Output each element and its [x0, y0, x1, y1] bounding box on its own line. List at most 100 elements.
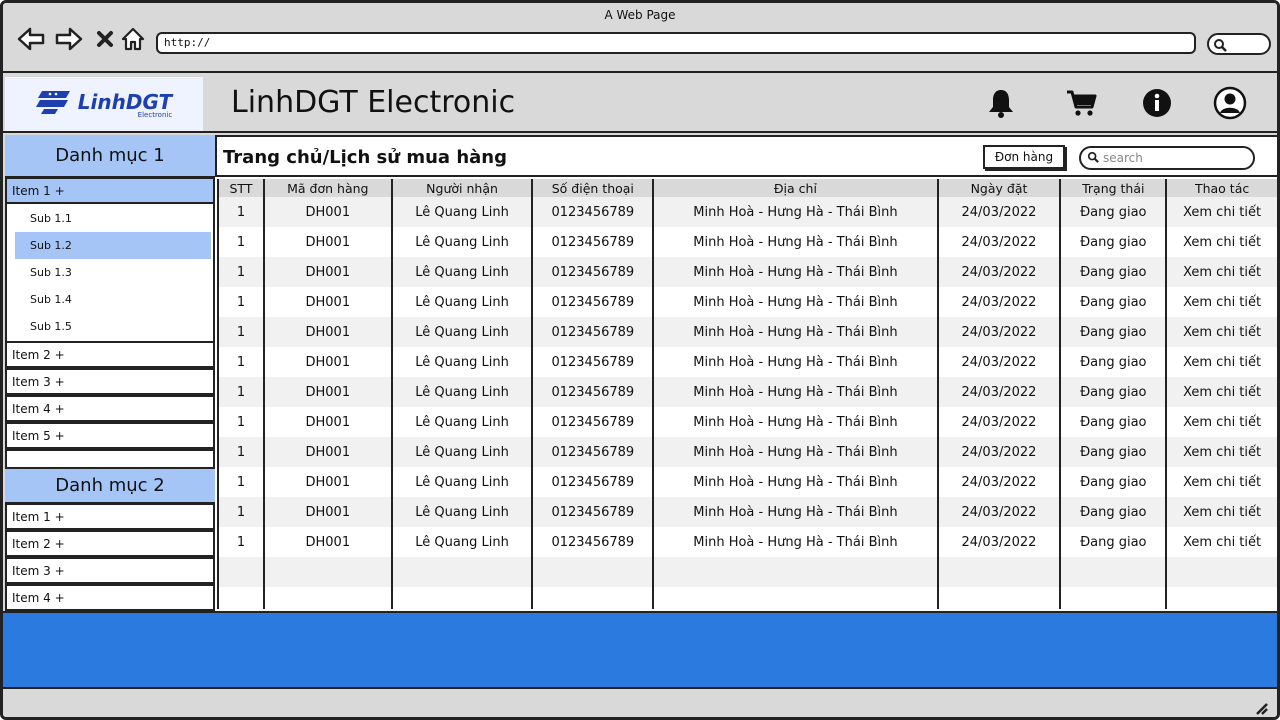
cell-phone: 0123456789 — [531, 257, 655, 287]
table-row[interactable]: 1 DH001 Lê Quang Linh 0123456789 Minh Hoà - … — [217, 527, 1277, 557]
cell-order-code: DH001 — [262, 317, 393, 347]
resize-grip-icon[interactable] — [1253, 700, 1269, 716]
submenu-item-1-4[interactable]: Sub 1.4 — [15, 286, 211, 313]
view-detail-link[interactable]: Xem chi tiết — [1165, 287, 1277, 317]
submenu-item-1-1[interactable]: Sub 1.1 — [15, 205, 211, 232]
browser-search[interactable] — [1207, 33, 1271, 55]
table-row[interactable]: 1 DH001 Lê Quang Linh 0123456789 Minh Hoà - … — [217, 197, 1277, 227]
col-header-order-code[interactable]: Mã đơn hàng — [262, 179, 393, 197]
cell-recipient: Lê Quang Linh — [390, 227, 534, 257]
home-icon[interactable] — [119, 25, 147, 53]
view-detail-link[interactable]: Xem chi tiết — [1165, 407, 1277, 437]
forward-arrow-icon[interactable] — [55, 25, 83, 53]
cell-phone: 0123456789 — [531, 497, 655, 527]
empty-cell — [936, 557, 1062, 587]
cell-order-date: 24/03/2022 — [936, 437, 1062, 467]
col-header-phone[interactable]: Số điện thoại — [531, 179, 655, 197]
search-input[interactable]: search — [1079, 146, 1255, 170]
cell-order-date: 24/03/2022 — [936, 347, 1062, 377]
view-detail-link[interactable]: Xem chi tiết — [1165, 377, 1277, 407]
cell-stt: 1 — [217, 377, 265, 407]
breadcrumb-bar: Trang chủ/Lịch sử mua hàng Đơn hàng sear… — [215, 135, 1277, 177]
table-row[interactable]: 1 DH001 Lê Quang Linh 0123456789 Minh Hoà - … — [217, 317, 1277, 347]
category-1-item-1[interactable]: Item 1 + — [5, 177, 215, 204]
category-2-header[interactable]: Danh mục 2 — [5, 469, 215, 503]
col-header-stt[interactable]: STT — [217, 179, 265, 197]
table-row[interactable]: 1 DH001 Lê Quang Linh 0123456789 Minh Hoà - … — [217, 287, 1277, 317]
cell-order-code: DH001 — [262, 227, 393, 257]
category-2-item-2[interactable]: Item 2 + — [5, 530, 215, 557]
category-2-item-4[interactable]: Item 4 + — [5, 584, 215, 611]
view-detail-link[interactable]: Xem chi tiết — [1165, 257, 1277, 287]
cell-order-date: 24/03/2022 — [936, 227, 1062, 257]
cell-status: Đang giao — [1059, 527, 1168, 557]
cell-recipient: Lê Quang Linh — [390, 257, 534, 287]
cell-stt: 1 — [217, 227, 265, 257]
table-row[interactable]: 1 DH001 Lê Quang Linh 0123456789 Minh Hoà - … — [217, 257, 1277, 287]
cell-address: Minh Hoà - Hưng Hà - Thái Bình — [652, 317, 939, 347]
cell-phone: 0123456789 — [531, 287, 655, 317]
cell-recipient: Lê Quang Linh — [390, 407, 534, 437]
close-icon[interactable] — [91, 25, 119, 53]
cell-recipient: Lê Quang Linh — [390, 377, 534, 407]
user-icon[interactable] — [1212, 85, 1248, 121]
col-header-recipient[interactable]: Người nhận — [390, 179, 534, 197]
view-detail-link[interactable]: Xem chi tiết — [1165, 317, 1277, 347]
logo-mark-icon — [35, 89, 72, 119]
category-2-item-3[interactable]: Item 3 + — [5, 557, 215, 584]
cell-address: Minh Hoà - Hưng Hà - Thái Bình — [652, 377, 939, 407]
cell-stt: 1 — [217, 437, 265, 467]
logo[interactable]: LinhDGT Electronic — [5, 77, 203, 131]
submenu-item-1-2[interactable]: Sub 1.2 — [15, 232, 211, 259]
category-1-item-4[interactable]: Item 4 + — [5, 395, 215, 422]
view-detail-link[interactable]: Xem chi tiết — [1165, 197, 1277, 227]
info-icon[interactable] — [1139, 85, 1175, 121]
status-bar — [3, 691, 1277, 717]
cell-recipient: Lê Quang Linh — [390, 467, 534, 497]
col-header-status[interactable]: Trạng thái — [1059, 179, 1168, 197]
table-row[interactable]: 1 DH001 Lê Quang Linh 0123456789 Minh Hoà - … — [217, 437, 1277, 467]
table-row[interactable]: 1 DH001 Lê Quang Linh 0123456789 Minh Hoà - … — [217, 227, 1277, 257]
view-detail-link[interactable]: Xem chi tiết — [1165, 227, 1277, 257]
category-2-item-1[interactable]: Item 1 + — [5, 503, 215, 530]
cell-phone: 0123456789 — [531, 317, 655, 347]
category-1-item-3[interactable]: Item 3 + — [5, 368, 215, 395]
view-detail-link[interactable]: Xem chi tiết — [1165, 527, 1277, 557]
cell-recipient: Lê Quang Linh — [390, 437, 534, 467]
cell-stt: 1 — [217, 407, 265, 437]
category-1-header[interactable]: Danh mục 1 — [5, 135, 215, 177]
submenu-item-1-5[interactable]: Sub 1.5 — [15, 313, 211, 340]
col-header-order-date[interactable]: Ngày đặt — [936, 179, 1062, 197]
table-row[interactable]: 1 DH001 Lê Quang Linh 0123456789 Minh Hoà - … — [217, 407, 1277, 437]
col-header-actions[interactable]: Thao tác — [1165, 179, 1277, 197]
cell-stt: 1 — [217, 497, 265, 527]
cell-order-code: DH001 — [262, 257, 393, 287]
cell-phone: 0123456789 — [531, 437, 655, 467]
category-1-item-5[interactable]: Item 5 + — [5, 422, 215, 449]
view-detail-link[interactable]: Xem chi tiết — [1165, 347, 1277, 377]
col-header-address[interactable]: Địa chỉ — [652, 179, 939, 197]
empty-cell — [531, 557, 655, 587]
bell-icon[interactable] — [983, 85, 1019, 121]
table-row[interactable]: 1 DH001 Lê Quang Linh 0123456789 Minh Hoà - … — [217, 377, 1277, 407]
cell-status: Đang giao — [1059, 287, 1168, 317]
cell-stt: 1 — [217, 257, 265, 287]
view-detail-link[interactable]: Xem chi tiết — [1165, 437, 1277, 467]
empty-cell — [390, 557, 534, 587]
view-detail-link[interactable]: Xem chi tiết — [1165, 497, 1277, 527]
order-button[interactable]: Đơn hàng — [983, 145, 1065, 169]
table-row[interactable]: 1 DH001 Lê Quang Linh 0123456789 Minh Hoà - … — [217, 497, 1277, 527]
main-content: Trang chủ/Lịch sử mua hàng Đơn hàng sear… — [215, 135, 1277, 611]
table-row[interactable]: 1 DH001 Lê Quang Linh 0123456789 Minh Hoà - … — [217, 347, 1277, 377]
cart-icon[interactable] — [1063, 85, 1099, 121]
table-row[interactable]: 1 DH001 Lê Quang Linh 0123456789 Minh Hoà - … — [217, 467, 1277, 497]
category-1-item-2[interactable]: Item 2 + — [5, 341, 215, 368]
view-detail-link[interactable]: Xem chi tiết — [1165, 467, 1277, 497]
empty-cell — [1059, 557, 1168, 587]
submenu-item-1-3[interactable]: Sub 1.3 — [15, 259, 211, 286]
address-bar[interactable]: http:// — [156, 32, 1196, 54]
back-arrow-icon[interactable] — [17, 25, 45, 53]
breadcrumb[interactable]: Trang chủ/Lịch sử mua hàng — [223, 147, 507, 168]
cell-stt: 1 — [217, 287, 265, 317]
search-placeholder: search — [1103, 151, 1143, 165]
